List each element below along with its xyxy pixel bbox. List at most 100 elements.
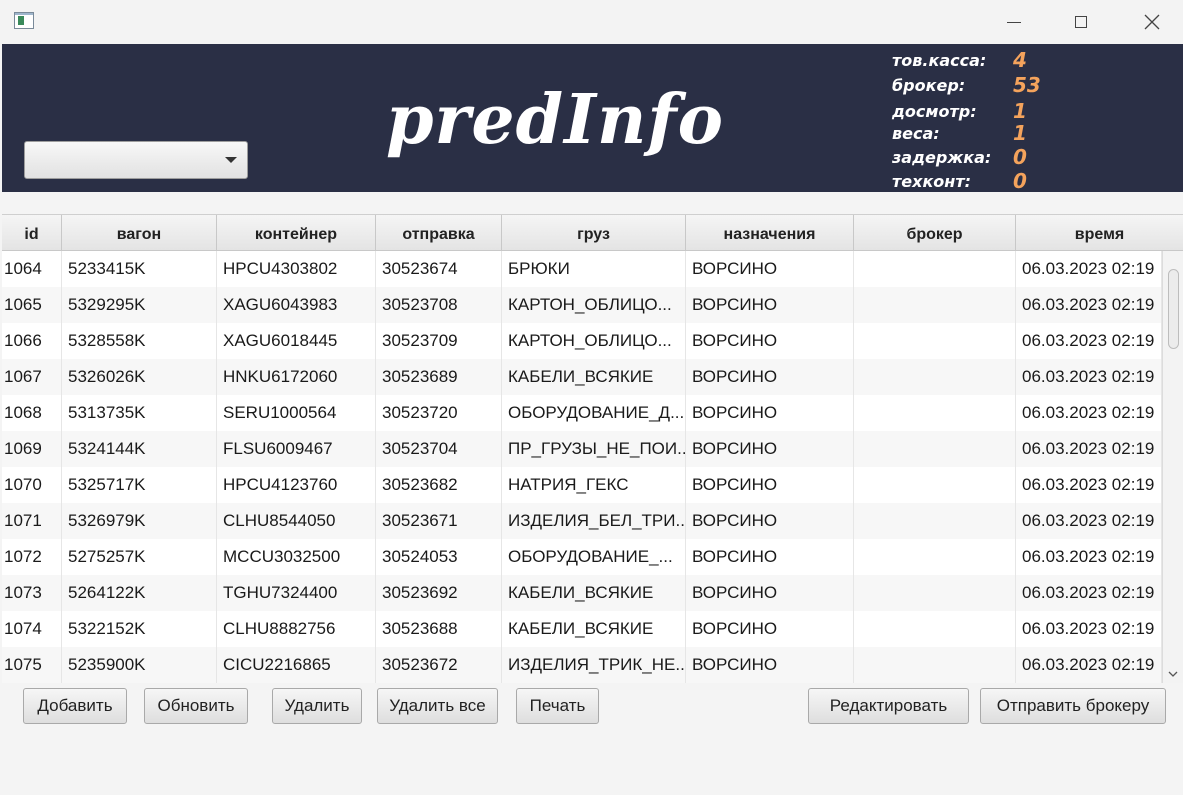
cell-container: MCCU3032500 bbox=[217, 539, 376, 575]
cell-id: 1073 bbox=[2, 575, 62, 611]
cell-id: 1066 bbox=[2, 323, 62, 359]
cell-vagon: 5328558K bbox=[62, 323, 217, 359]
cell-naznacheniya: ВОРСИНО bbox=[686, 575, 854, 611]
edit-button[interactable]: Редактировать bbox=[808, 688, 969, 724]
cell-container: CLHU8544050 bbox=[217, 503, 376, 539]
cell-container: CICU2216865 bbox=[217, 647, 376, 683]
data-table[interactable]: id вагон контейнер отправка груз назначе… bbox=[2, 214, 1183, 683]
close-button[interactable] bbox=[1129, 0, 1175, 44]
column-header-naznacheniya[interactable]: назначения bbox=[686, 215, 854, 250]
table-row[interactable]: 1065 5329295K XAGU6043983 30523708 КАРТОН_ОБ… bbox=[2, 287, 1162, 323]
cell-otpravka: 30523688 bbox=[376, 611, 502, 647]
stat-value-broker: 53 bbox=[1013, 73, 1041, 97]
cell-broker bbox=[854, 647, 1016, 683]
column-header-vremya[interactable]: время bbox=[1016, 215, 1183, 250]
cell-gruz: КАБЕЛИ_ВСЯКИЕ bbox=[502, 611, 686, 647]
cell-broker bbox=[854, 575, 1016, 611]
cell-broker bbox=[854, 503, 1016, 539]
stat-label-broker: брокер: bbox=[892, 76, 966, 95]
stat-label-tekhkont: техконт: bbox=[892, 172, 972, 191]
cell-container: FLSU6009467 bbox=[217, 431, 376, 467]
filter-combobox[interactable] bbox=[24, 141, 248, 179]
column-header-broker[interactable]: брокер bbox=[854, 215, 1016, 250]
scroll-down-arrow-icon[interactable] bbox=[1168, 669, 1178, 679]
delete-all-button[interactable]: Удалить все bbox=[377, 688, 498, 724]
cell-vagon: 5326026K bbox=[62, 359, 217, 395]
table-row[interactable]: 1067 5326026K HNKU6172060 30523689 КАБЕЛИ_ВС… bbox=[2, 359, 1162, 395]
table-row[interactable]: 1074 5322152K CLHU8882756 30523688 КАБЕЛИ_ВС… bbox=[2, 611, 1162, 647]
stat-label-vesa: веса: bbox=[892, 124, 940, 143]
table-row[interactable]: 1069 5324144K FLSU6009467 30523704 ПР_ГРУЗЫ_… bbox=[2, 431, 1162, 467]
cell-gruz: НАТРИЯ_ГЕКС bbox=[502, 467, 686, 503]
column-header-gruz[interactable]: груз bbox=[502, 215, 686, 250]
cell-naznacheniya: ВОРСИНО bbox=[686, 647, 854, 683]
stat-label-dosmotr: досмотр: bbox=[892, 102, 977, 121]
cell-id: 1068 bbox=[2, 395, 62, 431]
cell-container: CLHU8882756 bbox=[217, 611, 376, 647]
scrollbar-thumb[interactable] bbox=[1168, 269, 1179, 349]
table-row[interactable]: 1070 5325717K HPCU4123760 30523682 НАТРИЯ_ГЕ… bbox=[2, 467, 1162, 503]
table-row[interactable]: 1068 5313735K SERU1000564 30523720 ОБОРУДОВА… bbox=[2, 395, 1162, 431]
cell-vremya: 06.03.2023 02:19 bbox=[1016, 359, 1162, 395]
stat-value-zaderzhka: 0 bbox=[1013, 145, 1027, 169]
vertical-scrollbar[interactable] bbox=[1162, 251, 1183, 683]
cell-id: 1070 bbox=[2, 467, 62, 503]
table-row[interactable]: 1072 5275257K MCCU3032500 30524053 ОБОРУДОВА… bbox=[2, 539, 1162, 575]
cell-id: 1071 bbox=[2, 503, 62, 539]
cell-vagon: 5235900K bbox=[62, 647, 217, 683]
column-header-vagon[interactable]: вагон bbox=[62, 215, 217, 250]
table-row[interactable]: 1066 5328558K XAGU6018445 30523709 КАРТОН_ОБ… bbox=[2, 323, 1162, 359]
cell-gruz: ОБОРУДОВАНИЕ_Д... bbox=[502, 395, 686, 431]
cell-container: SERU1000564 bbox=[217, 395, 376, 431]
cell-otpravka: 30523672 bbox=[376, 647, 502, 683]
table-row[interactable]: 1075 5235900K CICU2216865 30523672 ИЗДЕЛИЯ_Т… bbox=[2, 647, 1162, 683]
cell-otpravka: 30524053 bbox=[376, 539, 502, 575]
cell-gruz: КАБЕЛИ_ВСЯКИЕ bbox=[502, 575, 686, 611]
cell-vagon: 5264122K bbox=[62, 575, 217, 611]
column-header-container[interactable]: контейнер bbox=[217, 215, 376, 250]
refresh-button[interactable]: Обновить bbox=[144, 688, 248, 724]
cell-vagon: 5322152K bbox=[62, 611, 217, 647]
minimize-button[interactable] bbox=[991, 0, 1037, 44]
send-to-broker-button[interactable]: Отправить брокеру bbox=[980, 688, 1166, 724]
minimize-icon bbox=[1007, 21, 1021, 23]
table-row[interactable]: 1071 5326979K CLHU8544050 30523671 ИЗДЕЛИЯ_Б… bbox=[2, 503, 1162, 539]
cell-naznacheniya: ВОРСИНО bbox=[686, 539, 854, 575]
cell-container: XAGU6043983 bbox=[217, 287, 376, 323]
cell-otpravka: 30523720 bbox=[376, 395, 502, 431]
stat-value-vesa: 1 bbox=[1013, 121, 1027, 145]
cell-broker bbox=[854, 359, 1016, 395]
cell-vagon: 5326979K bbox=[62, 503, 217, 539]
column-header-otpravka[interactable]: отправка bbox=[376, 215, 502, 250]
cell-gruz: БРЮКИ bbox=[502, 251, 686, 287]
cell-naznacheniya: ВОРСИНО bbox=[686, 287, 854, 323]
app-window-icon bbox=[14, 12, 34, 29]
cell-naznacheniya: ВОРСИНО bbox=[686, 323, 854, 359]
maximize-icon bbox=[1075, 16, 1087, 28]
cell-vagon: 5275257K bbox=[62, 539, 217, 575]
stat-label-zaderzhka: задержка: bbox=[892, 148, 992, 167]
cell-id: 1069 bbox=[2, 431, 62, 467]
cell-vagon: 5313735K bbox=[62, 395, 217, 431]
table-row[interactable]: 1073 5264122K TGHU7324400 30523692 КАБЕЛИ_ВС… bbox=[2, 575, 1162, 611]
cell-id: 1075 bbox=[2, 647, 62, 683]
cell-id: 1065 bbox=[2, 287, 62, 323]
cell-otpravka: 30523671 bbox=[376, 503, 502, 539]
cell-vremya: 06.03.2023 02:19 bbox=[1016, 323, 1162, 359]
cell-vremya: 06.03.2023 02:19 bbox=[1016, 539, 1162, 575]
print-button[interactable]: Печать bbox=[516, 688, 599, 724]
cell-vagon: 5324144K bbox=[62, 431, 217, 467]
delete-button[interactable]: Удалить bbox=[272, 688, 362, 724]
cell-vagon: 5329295K bbox=[62, 287, 217, 323]
cell-naznacheniya: ВОРСИНО bbox=[686, 395, 854, 431]
maximize-button[interactable] bbox=[1058, 0, 1104, 44]
add-button[interactable]: Добавить bbox=[23, 688, 127, 724]
app-window: predInfo тов.касса: 4 брокер: 53 досмотр… bbox=[0, 0, 1183, 795]
cell-naznacheniya: ВОРСИНО bbox=[686, 467, 854, 503]
table-row[interactable]: 1064 5233415K HPCU4303802 30523674 БРЮКИ ВОРС… bbox=[2, 251, 1162, 287]
cell-otpravka: 30523709 bbox=[376, 323, 502, 359]
cell-gruz: КАБЕЛИ_ВСЯКИЕ bbox=[502, 359, 686, 395]
stat-label-tovkassa: тов.касса: bbox=[892, 51, 987, 70]
cell-id: 1064 bbox=[2, 251, 62, 287]
column-header-id[interactable]: id bbox=[2, 215, 62, 250]
